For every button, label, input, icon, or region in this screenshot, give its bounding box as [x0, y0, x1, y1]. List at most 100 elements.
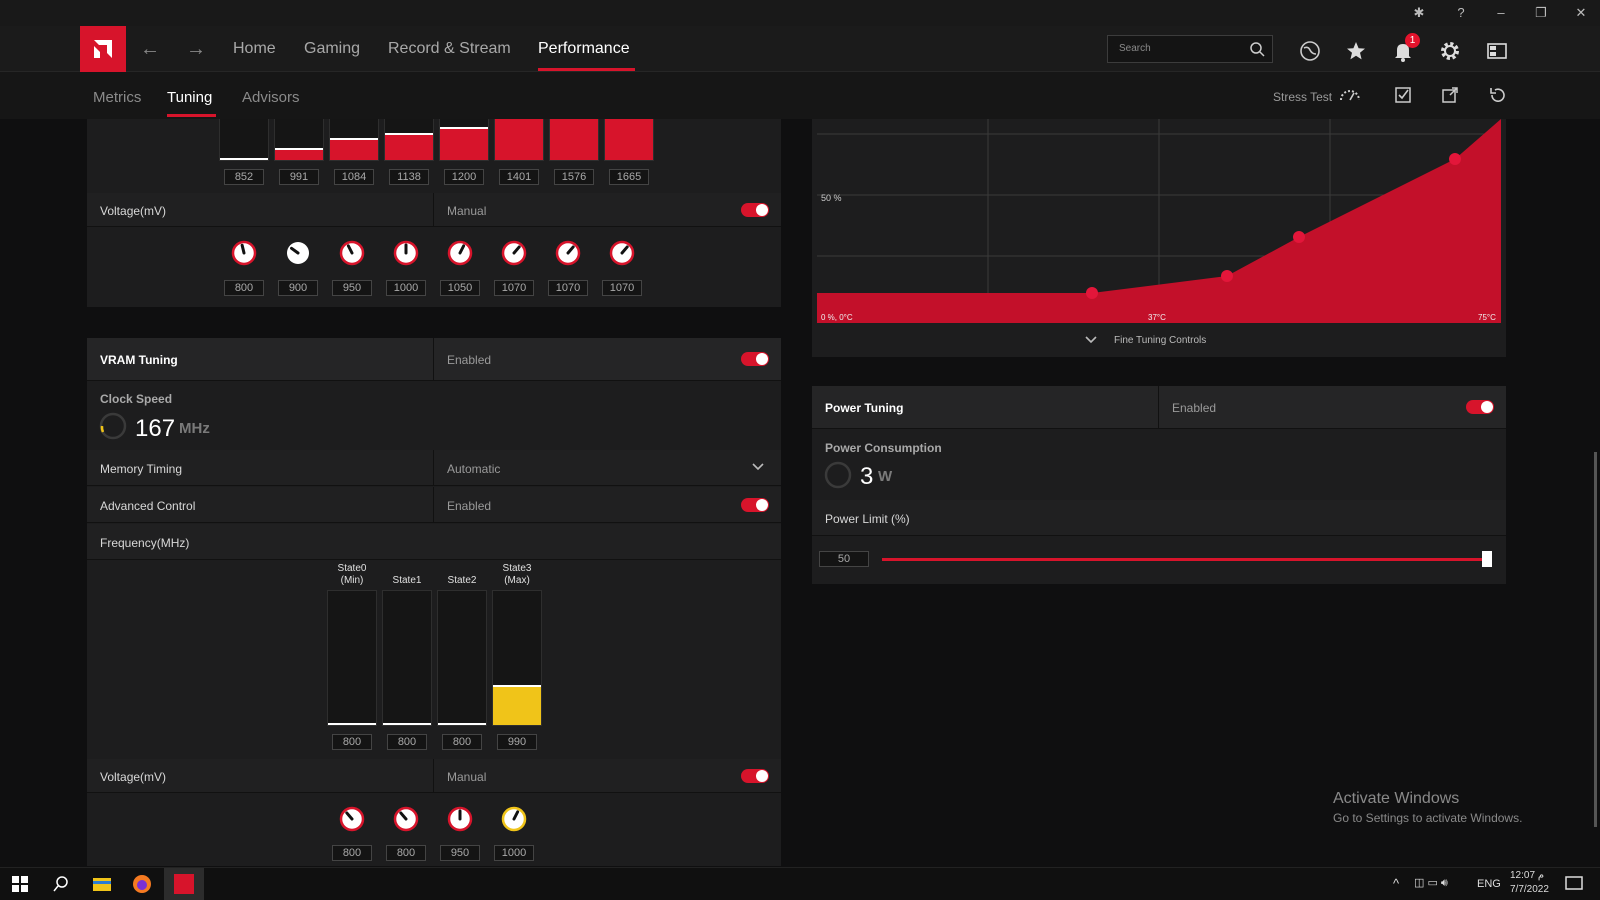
voltage-value[interactable]: 900 — [278, 280, 318, 296]
frequency-bar-handle[interactable] — [440, 127, 488, 130]
state-bar-handle[interactable] — [328, 723, 376, 725]
voltage-value[interactable]: 1050 — [440, 280, 480, 296]
voltage-knob[interactable] — [231, 240, 257, 266]
back-arrow-icon[interactable]: ← — [140, 38, 160, 61]
voltage-value[interactable]: 1070 — [548, 280, 588, 296]
voltage-value[interactable]: 1070 — [602, 280, 642, 296]
sidebar-panel-icon[interactable] — [1486, 40, 1508, 62]
nav-performance[interactable]: Performance — [538, 40, 630, 58]
clock-date[interactable]: 7/7/2022 — [1510, 884, 1549, 895]
frequency-value[interactable]: 1576 — [554, 169, 594, 185]
voltage-knob[interactable] — [339, 806, 365, 832]
nav-gaming[interactable]: Gaming — [304, 40, 360, 58]
chevron-down-icon[interactable] — [1084, 335, 1098, 345]
voltage-value[interactable]: 1000 — [386, 280, 426, 296]
voltage-value[interactable]: 1000 — [494, 845, 534, 861]
taskbar-search-icon[interactable] — [52, 875, 70, 893]
curve-point[interactable] — [1449, 153, 1461, 165]
voltage-knob[interactable] — [501, 240, 527, 266]
voltage-knob[interactable] — [285, 240, 311, 266]
tray-chevron-icon[interactable]: ^ — [1393, 876, 1399, 891]
power-tuning-toggle[interactable] — [1466, 400, 1494, 414]
state-value[interactable]: 990 — [497, 734, 537, 750]
vram-voltage-toggle[interactable] — [741, 769, 769, 783]
frequency-value[interactable]: 991 — [279, 169, 319, 185]
state-bar[interactable] — [437, 590, 487, 726]
voltage-value[interactable]: 800 — [332, 845, 372, 861]
stress-test-label[interactable]: Stress Test — [1273, 90, 1332, 104]
frequency-value[interactable]: 1138 — [389, 169, 429, 185]
bug-report-icon[interactable]: ✱ — [1410, 4, 1428, 22]
windows-start-icon[interactable] — [12, 876, 28, 892]
curve-point[interactable] — [1221, 270, 1233, 282]
curve-point[interactable] — [1086, 287, 1098, 299]
vram-tuning-toggle[interactable] — [741, 352, 769, 366]
frequency-value[interactable]: 1401 — [499, 169, 539, 185]
frequency-bar[interactable] — [384, 119, 434, 161]
scrollbar-thumb[interactable] — [1594, 452, 1597, 827]
power-limit-handle[interactable] — [1482, 551, 1492, 567]
gpu-voltage-toggle[interactable] — [741, 203, 769, 217]
voltage-knob[interactable] — [447, 240, 473, 266]
export-icon[interactable] — [1441, 86, 1459, 104]
power-limit-input[interactable]: 50 — [819, 551, 869, 567]
voltage-knob[interactable] — [555, 240, 581, 266]
curve-point[interactable] — [1293, 231, 1305, 243]
search-box[interactable]: Search — [1107, 35, 1273, 63]
memory-timing-row[interactable]: Memory Timing Automatic — [87, 450, 781, 486]
state-bar-handle[interactable] — [383, 723, 431, 725]
action-center-icon[interactable] — [1565, 876, 1583, 892]
restore-icon[interactable]: ❐ — [1532, 4, 1550, 22]
state-bar[interactable] — [327, 590, 377, 726]
frequency-bar[interactable] — [604, 119, 654, 161]
power-limit-slider[interactable] — [882, 551, 1492, 567]
voltage-value[interactable]: 950 — [332, 280, 372, 296]
fan-curve-chart[interactable] — [817, 119, 1501, 323]
clock-time[interactable]: 12:07 م — [1510, 870, 1544, 881]
frequency-value[interactable]: 1665 — [609, 169, 649, 185]
nav-record-stream[interactable]: Record & Stream — [388, 40, 511, 58]
voltage-knob[interactable] — [339, 240, 365, 266]
state-bar[interactable] — [492, 590, 542, 726]
chevron-down-icon[interactable] — [751, 462, 765, 472]
globe-icon[interactable] — [1299, 40, 1321, 62]
voltage-knob[interactable] — [609, 240, 635, 266]
firefox-icon[interactable] — [132, 874, 152, 894]
voltage-knob[interactable] — [393, 240, 419, 266]
voltage-knob[interactable] — [501, 806, 527, 832]
advanced-control-toggle[interactable] — [741, 498, 769, 512]
state-bar[interactable] — [382, 590, 432, 726]
frequency-bar-handle[interactable] — [275, 147, 323, 150]
file-explorer-icon[interactable] — [92, 875, 112, 893]
voltage-value[interactable]: 800 — [224, 280, 264, 296]
apply-changes-icon[interactable] — [1394, 86, 1412, 104]
frequency-bar[interactable] — [219, 119, 269, 161]
frequency-bar-handle[interactable] — [330, 138, 378, 141]
frequency-value[interactable]: 1084 — [334, 169, 374, 185]
state-value[interactable]: 800 — [387, 734, 427, 750]
amd-logo[interactable] — [80, 26, 126, 72]
frequency-value[interactable]: 852 — [224, 169, 264, 185]
tab-metrics[interactable]: Metrics — [93, 89, 141, 106]
gear-icon[interactable] — [1439, 40, 1461, 62]
frequency-bar[interactable] — [274, 119, 324, 161]
frequency-value[interactable]: 1200 — [444, 169, 484, 185]
nav-home[interactable]: Home — [233, 40, 276, 58]
forward-arrow-icon[interactable]: → — [186, 38, 206, 61]
tray-icons[interactable]: ◫ ▭ 🔊︎ — [1414, 876, 1448, 890]
help-icon[interactable]: ? — [1452, 4, 1470, 22]
star-icon[interactable] — [1345, 40, 1367, 62]
voltage-value[interactable]: 800 — [386, 845, 426, 861]
tab-tuning[interactable]: Tuning — [167, 89, 212, 106]
state-bar-handle[interactable] — [493, 685, 541, 688]
frequency-bar[interactable] — [494, 119, 544, 161]
frequency-bar[interactable] — [549, 119, 599, 161]
voltage-knob[interactable] — [393, 806, 419, 832]
reset-icon[interactable] — [1488, 86, 1506, 104]
fine-tuning-controls[interactable]: Fine Tuning Controls — [1114, 335, 1206, 346]
frequency-bar[interactable] — [439, 119, 489, 161]
tab-advisors[interactable]: Advisors — [242, 89, 300, 106]
voltage-knob[interactable] — [447, 806, 473, 832]
frequency-bar[interactable] — [329, 119, 379, 161]
frequency-bar-handle[interactable] — [385, 132, 433, 135]
